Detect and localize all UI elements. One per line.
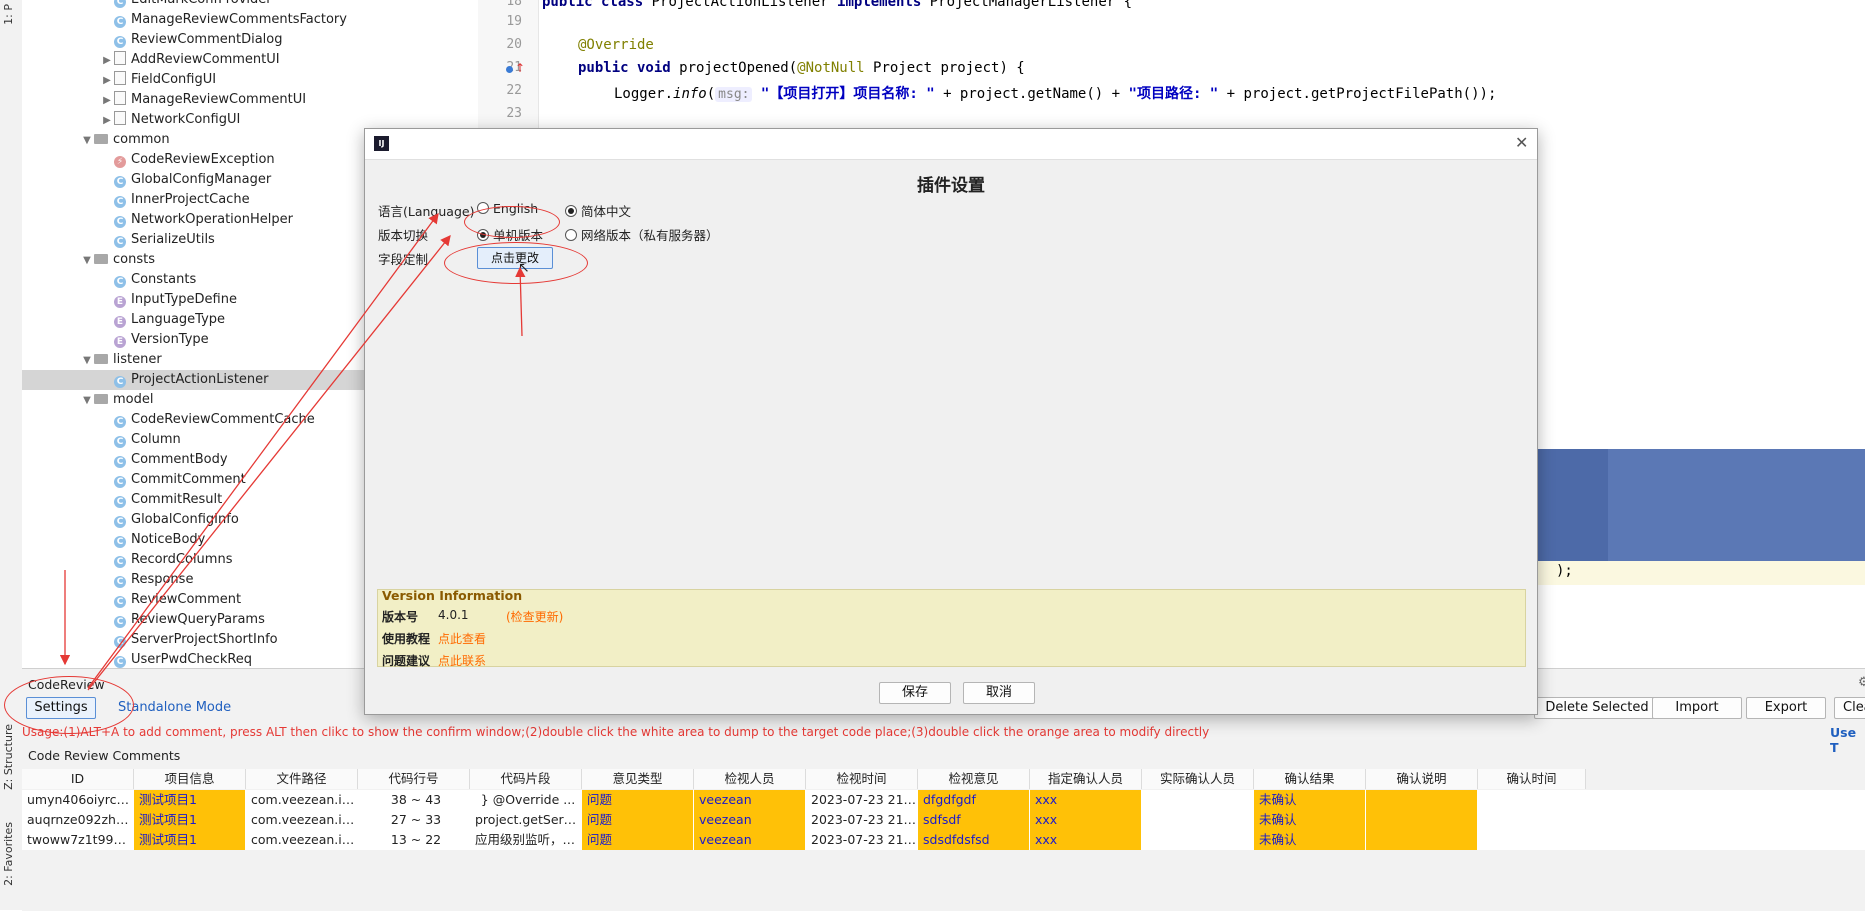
annotation-arrows bbox=[59, 212, 526, 691]
